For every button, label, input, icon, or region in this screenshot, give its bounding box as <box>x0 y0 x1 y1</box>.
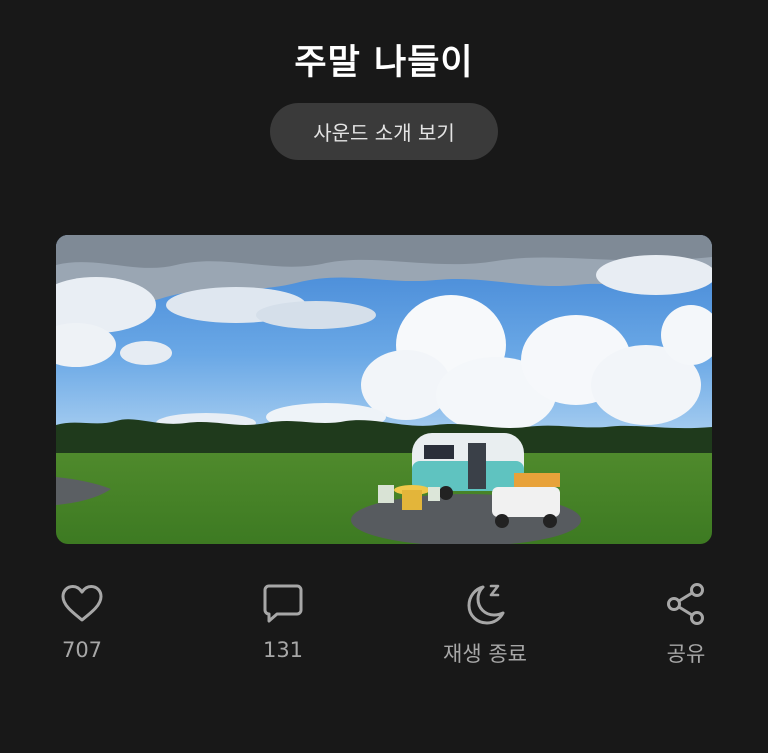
share-button[interactable]: 공유 <box>621 580 751 668</box>
moon-icon <box>467 584 505 625</box>
landscape-photo <box>56 235 712 544</box>
comment-count: 131 <box>262 638 304 662</box>
z-mark <box>489 584 500 597</box>
page-title: 주말 나들이 <box>294 43 474 83</box>
like-count: 707 <box>61 638 103 662</box>
sleep-timer-button[interactable]: 재생 종료 <box>420 580 550 668</box>
action-bar: 707 131 재생 종료 공유 <box>0 580 768 680</box>
like-button[interactable]: 707 <box>17 580 147 662</box>
comment-button[interactable]: 131 <box>218 580 348 662</box>
share-label: 공유 <box>666 642 706 666</box>
sound-intro-button[interactable]: 사운드 소개 보기 <box>270 103 498 160</box>
cover-image <box>56 235 712 544</box>
heart-icon <box>61 585 103 622</box>
share-icon <box>667 583 704 625</box>
speech-bubble-icon <box>263 584 303 623</box>
page: 주말 나들이 사운드 소개 보기 707 131 재생 종료 공유 <box>0 0 768 753</box>
sleep-timer-label: 재생 종료 <box>443 642 527 666</box>
